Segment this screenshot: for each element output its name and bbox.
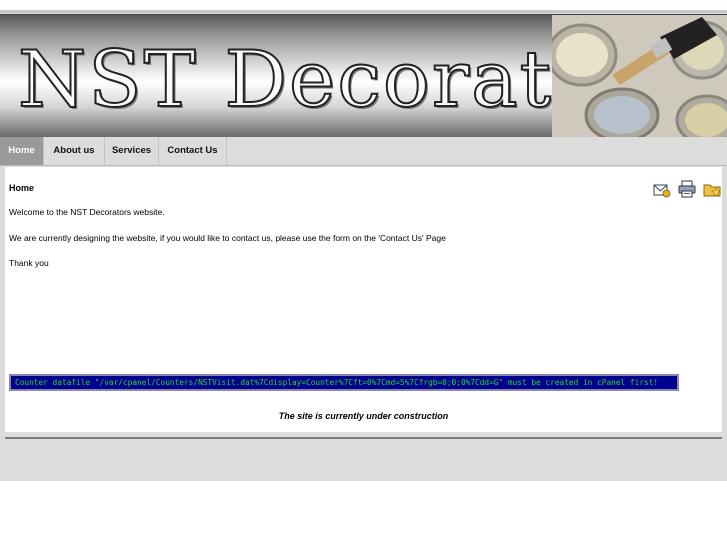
- paint-cans-image: [552, 15, 727, 137]
- nav-home[interactable]: Home: [0, 137, 44, 165]
- email-icon[interactable]: [653, 180, 671, 198]
- main-navigation: Home About us Services Contact Us: [0, 137, 727, 166]
- main-content: Home Welcome to the NST Decorators websi…: [5, 167, 722, 432]
- site-header: NST Decorators: [0, 14, 727, 138]
- counter-error-box: Counter datafile "/var/cpanel/Counters/N…: [9, 374, 679, 391]
- print-icon[interactable]: [678, 180, 696, 198]
- under-construction-note: The site is currently under construction: [278, 411, 449, 421]
- contact-info-text: We are currently designing the website, …: [9, 233, 446, 243]
- top-border: [0, 10, 727, 13]
- page-title: Home: [9, 183, 35, 193]
- favorite-icon[interactable]: [703, 180, 721, 198]
- thank-you-text: Thank you: [9, 258, 49, 268]
- footer-divider: [5, 437, 722, 439]
- welcome-text: Welcome to the NST Decorators website.: [9, 207, 165, 217]
- nav-about-us[interactable]: About us: [44, 137, 105, 165]
- nav-contact-us[interactable]: Contact Us: [159, 137, 227, 165]
- nav-services[interactable]: Services: [105, 137, 159, 165]
